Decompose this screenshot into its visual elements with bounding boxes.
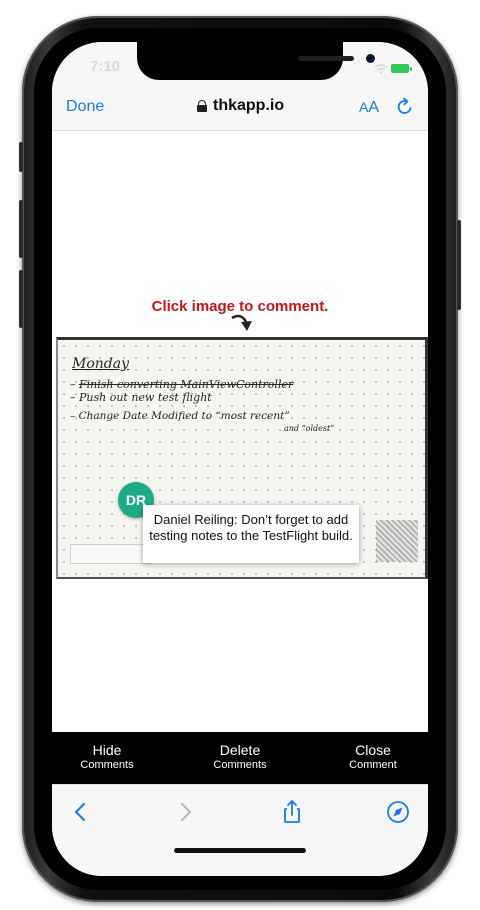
text-size-small-label: A: [359, 99, 369, 115]
forward-icon[interactable]: [172, 799, 198, 825]
power-button: [457, 220, 461, 310]
share-icon[interactable]: [279, 799, 305, 825]
speaker-grille: [298, 56, 354, 61]
note-line-1-prefix: –: [70, 378, 79, 391]
delete-comments-label-1: Delete: [219, 742, 261, 758]
status-time: 7:10: [90, 58, 121, 75]
close-comment-button[interactable]: Close Comment: [318, 742, 428, 772]
delete-comments-button[interactable]: Delete Comments: [185, 742, 295, 772]
comment-action-bar: Hide Comments Delete Comments Close Comm…: [52, 732, 428, 784]
home-indicator[interactable]: [174, 848, 306, 853]
note-title: Monday: [72, 356, 129, 372]
volume-up-button: [19, 200, 23, 258]
note-line-4: and “oldest”: [284, 424, 335, 433]
done-button[interactable]: Done: [66, 98, 104, 116]
note-line-1-text: Finish converting MainViewController: [79, 378, 294, 391]
browser-nav-bar: Done thkapp.io AA: [52, 88, 428, 131]
text-size-big-label: A: [368, 99, 380, 116]
hide-comments-button[interactable]: Hide Comments: [52, 742, 162, 772]
back-icon[interactable]: [68, 799, 94, 825]
text-size-button[interactable]: AA: [359, 99, 379, 117]
notch: [137, 42, 375, 80]
note-line-1: – Finish converting MainViewController: [70, 378, 293, 391]
url-text: thkapp.io: [213, 97, 285, 114]
volume-down-button: [19, 270, 23, 328]
note-input-field: [70, 544, 152, 564]
curved-arrow-icon: [231, 314, 252, 331]
battery-icon: [391, 64, 412, 73]
wifi-icon: [374, 64, 388, 74]
address-bar[interactable]: thkapp.io: [197, 97, 284, 115]
hide-comments-label-1: Hide: [92, 742, 122, 758]
note-line-2: – Push out new test flight: [70, 391, 212, 404]
reload-icon[interactable]: [395, 97, 415, 117]
close-comment-label-1: Close: [355, 742, 391, 758]
note-line-3: – Change Date Modified to “most recent”: [70, 410, 290, 422]
lock-icon: [197, 100, 207, 112]
front-camera: [366, 54, 375, 63]
compass-icon[interactable]: [385, 799, 411, 825]
phone-screen: 7:10 Done thkapp.io AA Click image to co…: [52, 42, 428, 876]
comment-bubble: Daniel Reiling: Don’t forget to add test…: [143, 505, 359, 563]
close-comment-label-2: Comment: [349, 759, 397, 771]
delete-comments-label-2: Comments: [213, 759, 267, 771]
browser-toolbar: [52, 784, 428, 876]
mute-switch: [19, 142, 23, 172]
qr-code: [376, 520, 418, 562]
hide-comments-label-2: Comments: [80, 759, 134, 771]
